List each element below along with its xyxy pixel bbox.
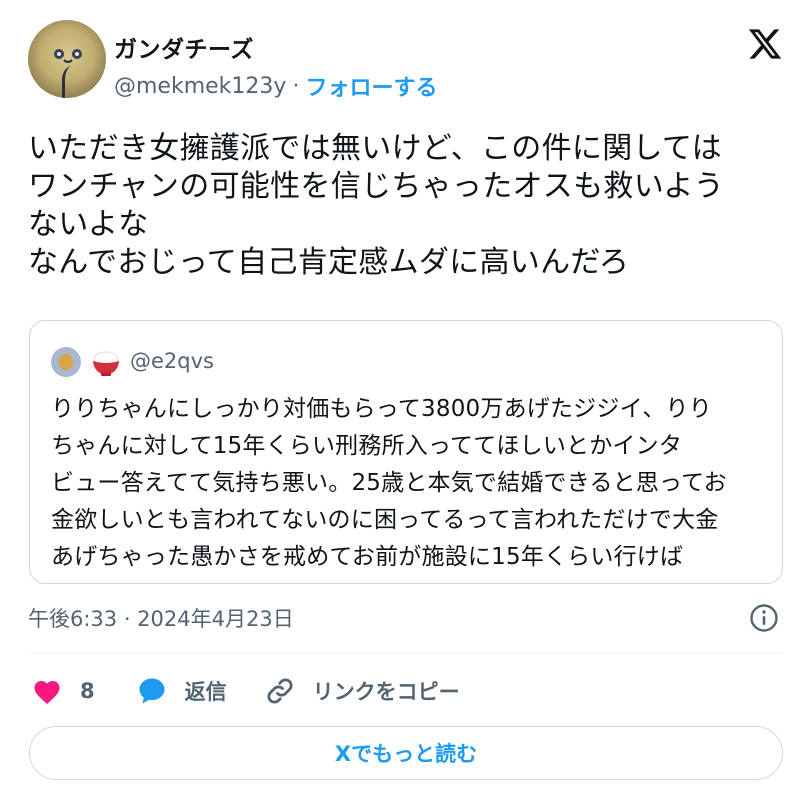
copy-link-button[interactable]: リンクをコピー bbox=[265, 676, 460, 706]
quote-author-handle: @e2qvs bbox=[130, 349, 214, 373]
avatar-body bbox=[62, 66, 88, 98]
quote-author-avatar bbox=[51, 347, 81, 377]
heart-icon bbox=[34, 681, 60, 704]
copy-link-label: リンクをコピー bbox=[312, 680, 460, 704]
tweet-text: いただき女擁護派では無いけど、この件に関しては ワンチャンの可能性を信じちゃった… bbox=[28, 131, 724, 280]
separator-dot: · bbox=[292, 73, 300, 99]
reply-button[interactable]: 返信 bbox=[137, 676, 227, 706]
quoted-tweet-card[interactable]: @e2qvs りりちゃんにしっかり対価もらって3800万あげたジジイ、りり ちゃ… bbox=[29, 320, 783, 584]
action-bar: 8 返信 リンクをコピー bbox=[28, 672, 460, 710]
link-icon bbox=[267, 678, 293, 704]
avatar-face-icon bbox=[54, 49, 82, 63]
author-handle[interactable]: @mekmek123y bbox=[114, 74, 286, 99]
divider bbox=[28, 652, 783, 653]
rice-bowl-icon bbox=[93, 351, 119, 376]
like-button[interactable]: 8 bbox=[32, 677, 95, 705]
info-icon[interactable] bbox=[749, 603, 779, 633]
reply-label: 返信 bbox=[184, 680, 227, 704]
quote-text: りりちゃんにしっかり対価もらって3800万あげたジジイ、りり ちゃんに対して15… bbox=[51, 396, 727, 570]
author-handle-row: @mekmek123y · フォローする bbox=[114, 70, 437, 102]
author-display-name[interactable]: ガンダチーズ bbox=[114, 30, 254, 64]
follow-button[interactable]: フォローする bbox=[305, 70, 437, 102]
x-logo-icon[interactable] bbox=[746, 26, 784, 62]
read-more-button[interactable]: Xでもっと読む bbox=[29, 726, 783, 780]
speech-bubble-icon bbox=[139, 678, 165, 704]
tweet-timestamp[interactable]: 午後6:33 · 2024年4月23日 bbox=[28, 603, 294, 633]
author-avatar[interactable] bbox=[28, 20, 106, 98]
like-count: 8 bbox=[80, 679, 95, 703]
